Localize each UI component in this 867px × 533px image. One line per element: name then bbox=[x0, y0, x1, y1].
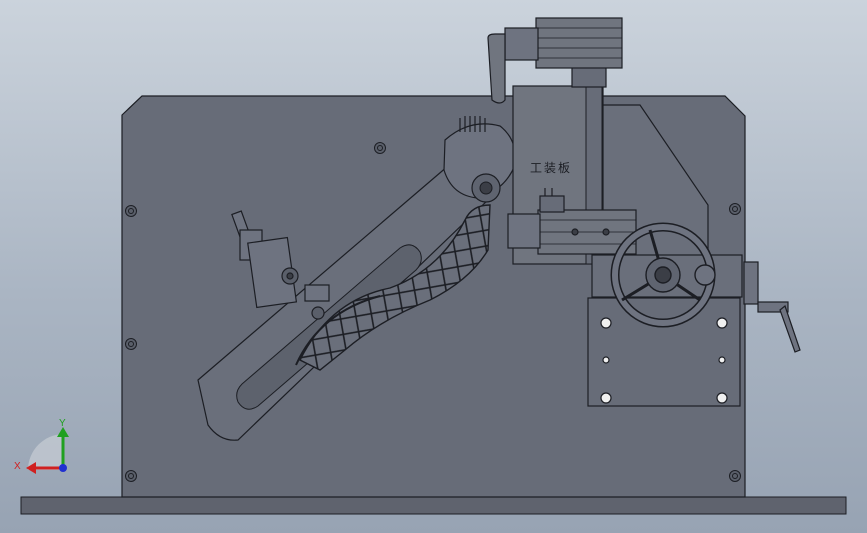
lever-handle[interactable] bbox=[757, 301, 801, 353]
triad-y-label: Y bbox=[59, 418, 66, 429]
model-drawing: 工装板 Y X bbox=[14, 17, 847, 515]
cad-viewport[interactable]: 工装板 Y X bbox=[0, 0, 867, 533]
plate-label: 工装板 bbox=[530, 161, 572, 175]
orientation-triad: Y X bbox=[14, 418, 69, 474]
triad-x-label: X bbox=[14, 461, 21, 472]
base-bar[interactable] bbox=[20, 496, 847, 515]
